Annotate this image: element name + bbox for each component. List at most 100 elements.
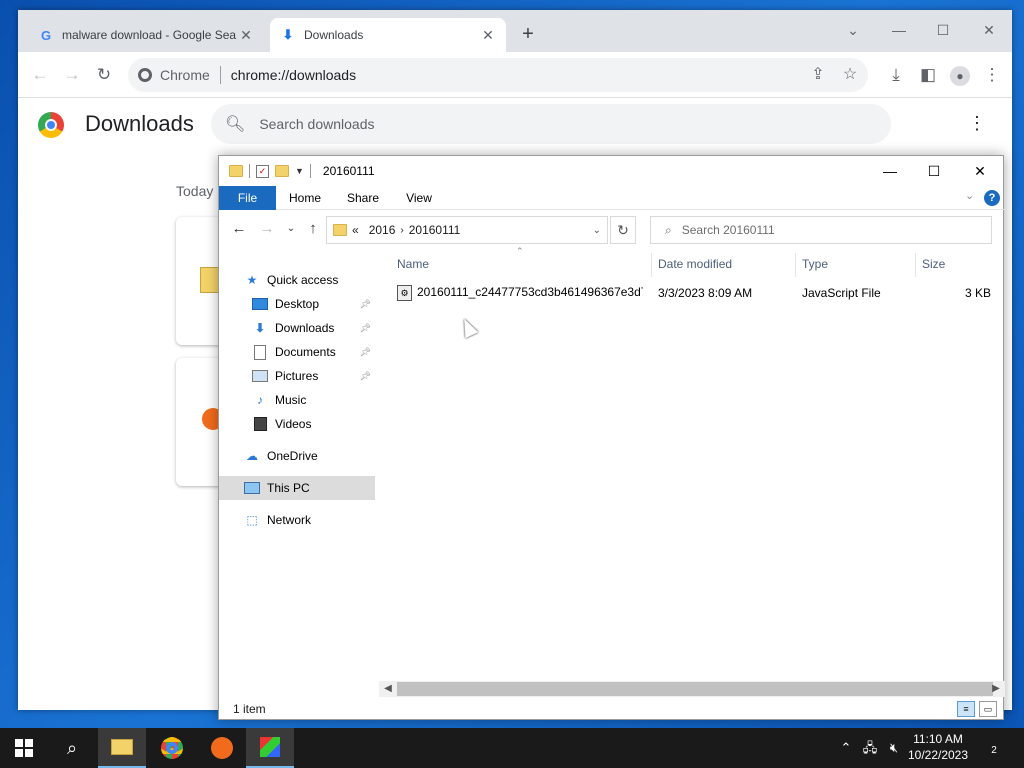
divider	[309, 164, 311, 178]
nav-pictures[interactable]: Pictures 📌︎	[219, 364, 375, 388]
address-bar[interactable]: « 2016 › 20160111 ⌄	[326, 216, 608, 244]
file-row[interactable]: ⚙ 20160111_c24477753cd3b461496367e3d7... …	[391, 282, 991, 304]
file-size: 3 KB	[965, 286, 992, 300]
close-tab-icon[interactable]: ✕	[238, 27, 254, 44]
column-size[interactable]: Size	[922, 253, 945, 275]
nav-this-pc[interactable]: This PC	[219, 476, 375, 500]
nav-network[interactable]: ⬚ Network	[219, 508, 375, 532]
forward-icon[interactable]: →	[60, 63, 84, 87]
breadcrumb-20160111[interactable]: 20160111	[409, 223, 461, 237]
column-divider[interactable]	[795, 253, 796, 277]
nav-documents[interactable]: Documents 📌︎	[219, 340, 375, 364]
side-panel-icon[interactable]: ◧	[916, 63, 940, 87]
scrollbar-thumb[interactable]	[397, 682, 993, 696]
search-placeholder: Search downloads	[259, 116, 375, 132]
omnibox[interactable]: Chrome chrome://downloads ⇪ ☆	[128, 58, 868, 92]
nav-music[interactable]: ♪ Music	[219, 388, 375, 412]
taskbar-file-explorer[interactable]	[98, 728, 146, 768]
tab-home[interactable]: Home	[281, 186, 329, 210]
music-icon: ♪	[257, 393, 263, 407]
search-input[interactable]: ⌕ Search 20160111	[650, 216, 992, 244]
reload-icon[interactable]: ↻	[92, 63, 116, 87]
clock[interactable]: 11:10 AM 10/22/2023	[902, 731, 974, 763]
scroll-left-icon[interactable]: ◀	[381, 681, 395, 697]
nav-desktop[interactable]: Desktop 📌︎	[219, 292, 375, 316]
network-status-icon[interactable]: 🖧︎	[860, 728, 880, 768]
downloads-search-input[interactable]: 🔍︎ Search downloads	[211, 104, 891, 144]
column-type[interactable]: Type	[802, 253, 828, 275]
details-view-icon[interactable]: ≡	[957, 701, 975, 717]
close-tab-icon[interactable]: ✕	[480, 27, 496, 44]
tab-title: Downloads	[304, 28, 364, 42]
maximize-button[interactable]: ☐	[911, 156, 957, 186]
start-button[interactable]	[0, 728, 48, 768]
tab-downloads[interactable]: ⬇ Downloads ✕	[270, 18, 506, 52]
nav-label: Quick access	[267, 273, 339, 287]
bookmark-star-icon[interactable]: ☆	[838, 58, 862, 92]
window-title: 20160111	[322, 164, 375, 178]
google-icon: G	[40, 27, 52, 43]
scroll-right-icon[interactable]: ▶	[989, 681, 1003, 697]
tab-share[interactable]: Share	[339, 186, 387, 210]
refresh-icon[interactable]: ↻	[610, 216, 636, 244]
folder-icon	[111, 739, 133, 755]
recent-locations-icon[interactable]: ⌄	[281, 219, 301, 239]
document-icon	[251, 344, 269, 360]
taskbar-app-active[interactable]	[246, 728, 294, 768]
properties-icon[interactable]: ✓	[256, 164, 269, 178]
profile-avatar-icon[interactable]: ●	[948, 63, 972, 87]
help-icon[interactable]: ?	[984, 190, 1000, 206]
app-icon	[211, 737, 233, 759]
taskbar-chrome[interactable]	[148, 728, 196, 768]
tab-strip: G malware download - Google Sea ✕ ⬇ Down…	[18, 10, 1012, 52]
downloads-toolbar-icon[interactable]: ⤓	[884, 63, 908, 87]
back-icon[interactable]: ←	[28, 63, 52, 87]
tab-google-search[interactable]: G malware download - Google Sea ✕	[28, 18, 264, 52]
nav-downloads[interactable]: ⬇ Downloads 📌︎	[219, 316, 375, 340]
chevron-down-icon[interactable]: ⌄	[593, 225, 601, 236]
item-count: 1 item	[233, 702, 266, 716]
up-icon[interactable]: ↑	[303, 219, 323, 239]
search-placeholder: Search 20160111	[681, 223, 775, 237]
notification-center-icon[interactable]: 2	[982, 736, 1006, 760]
sort-ascending-icon: ⌃	[516, 246, 524, 256]
tab-title: malware download - Google Sea	[62, 28, 237, 42]
column-date-modified[interactable]: Date modified	[658, 253, 732, 275]
tab-search-icon[interactable]: ⌄	[836, 16, 870, 44]
new-tab-button[interactable]: +	[518, 24, 538, 44]
taskbar-app[interactable]	[198, 728, 246, 768]
folder-icon	[200, 267, 220, 293]
expand-ribbon-icon[interactable]: ⌄	[965, 189, 974, 202]
column-divider[interactable]	[915, 253, 916, 277]
chrome-menu-icon[interactable]: ⋮	[980, 63, 1004, 87]
clock-time: 11:10 AM	[913, 732, 963, 746]
volume-muted-icon[interactable]: 🔇︎	[884, 728, 904, 768]
minimize-button[interactable]: —	[882, 16, 916, 44]
column-divider[interactable]	[651, 253, 652, 277]
navigation-pane: ★ Quick access Desktop 📌︎ ⬇ Downloads 📌︎…	[219, 260, 379, 680]
tab-file[interactable]: File	[219, 186, 276, 210]
nav-onedrive[interactable]: ☁ OneDrive	[219, 444, 375, 468]
close-window-button[interactable]: ✕	[972, 16, 1006, 44]
column-name[interactable]: Name	[397, 253, 429, 275]
new-folder-icon[interactable]	[275, 165, 289, 177]
search-button[interactable]: ⌕	[48, 728, 96, 768]
tab-view[interactable]: View	[395, 186, 443, 210]
browser-toolbar: ← → ↻ Chrome chrome://downloads ⇪ ☆ ⤓ ◧ …	[18, 52, 1012, 98]
nav-quick-access[interactable]: ★ Quick access	[219, 268, 375, 292]
breadcrumb-2016[interactable]: 2016	[369, 223, 396, 237]
nav-label: Documents	[275, 345, 336, 359]
minimize-button[interactable]: —	[867, 156, 913, 186]
overflow-crumb[interactable]: «	[352, 223, 359, 237]
large-icons-view-icon[interactable]: ▭	[979, 701, 997, 717]
share-icon[interactable]: ⇪	[806, 58, 830, 92]
more-actions-icon[interactable]: ⋮	[968, 113, 986, 134]
customize-dropdown-icon[interactable]: ▼	[295, 166, 304, 176]
maximize-button[interactable]: ☐	[926, 16, 960, 44]
back-icon[interactable]: ←	[229, 219, 249, 239]
show-hidden-icons[interactable]: ⌃	[836, 728, 856, 768]
file-name-cell: ⚙ 20160111_c24477753cd3b461496367e3d7...	[397, 285, 643, 301]
nav-videos[interactable]: Videos	[219, 412, 375, 436]
forward-icon[interactable]: →	[257, 219, 277, 239]
close-window-button[interactable]: ✕	[957, 156, 1003, 186]
